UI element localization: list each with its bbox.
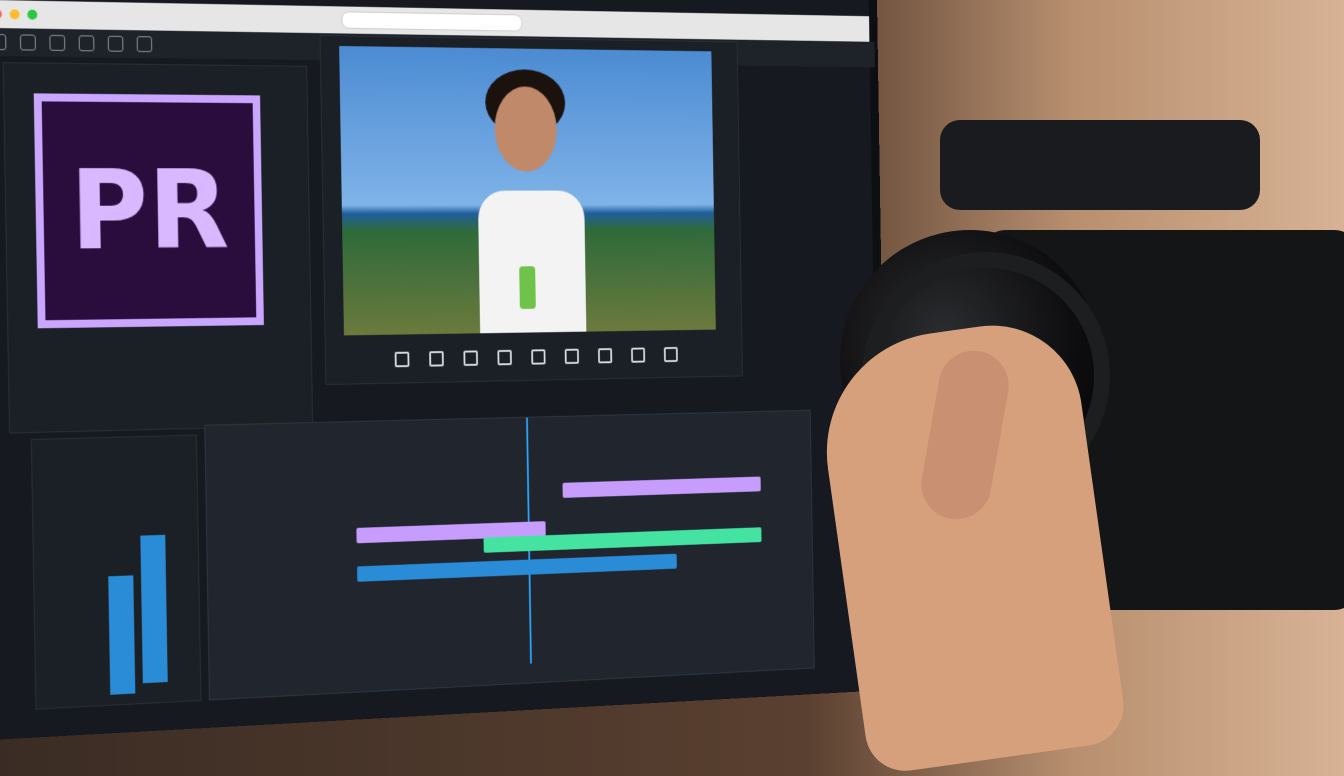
rectangle-icon[interactable] (394, 351, 410, 368)
record-icon[interactable] (663, 346, 678, 363)
step-icon[interactable] (631, 347, 646, 363)
camera-top-handle (940, 120, 1260, 210)
minimize-window-button[interactable] (9, 9, 20, 20)
timeline-panel (204, 409, 815, 701)
close-window-button[interactable] (0, 8, 2, 20)
audio-meter-left (108, 575, 136, 695)
refresh-icon[interactable] (497, 349, 512, 366)
video-frame[interactable] (339, 45, 716, 336)
shield-icon[interactable] (429, 351, 444, 367)
settings-icon[interactable] (136, 36, 153, 53)
transport-controls (326, 331, 742, 384)
person-body (477, 190, 587, 334)
program-monitor (319, 35, 743, 386)
tools-panel (30, 434, 202, 710)
play-icon[interactable] (597, 348, 613, 364)
loop-icon[interactable] (531, 349, 546, 365)
logo-text: PR (69, 147, 230, 275)
maximize-window-button[interactable] (27, 9, 38, 20)
premiere-pro-logo: PR (33, 93, 264, 329)
laptop-screen: PR (0, 0, 888, 740)
prev-icon[interactable] (564, 348, 579, 365)
address-bar[interactable] (341, 11, 523, 32)
bracket-icon[interactable] (463, 350, 479, 366)
audio-meter-right (140, 534, 168, 684)
workspace-icon[interactable] (19, 34, 36, 51)
scene: PR (0, 0, 1344, 776)
panel-icon[interactable] (78, 35, 95, 52)
menu-icon[interactable] (107, 35, 124, 52)
bottle (519, 266, 536, 309)
layout-icon[interactable] (49, 34, 66, 51)
home-icon[interactable] (0, 33, 7, 51)
purple-clip-2[interactable] (562, 476, 761, 498)
project-panel: PR (2, 62, 314, 434)
blue-clip-1[interactable] (357, 553, 677, 582)
